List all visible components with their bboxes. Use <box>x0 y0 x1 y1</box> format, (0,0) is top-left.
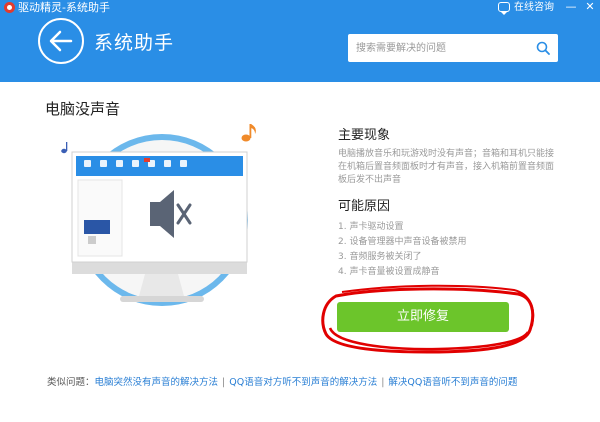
causes-list: 1. 声卡驱动设置 2. 设备管理器中声音设备被禁用 3. 音频服务被关闭了 4… <box>338 220 466 280</box>
page-title: 系统助手 <box>94 32 175 54</box>
symptoms-heading: 主要现象 <box>338 128 391 143</box>
symptoms-text: 电脑播放音乐和玩游戏时没有声音；音箱和耳机只能接在机箱后置音频面板时才有声音，接… <box>338 149 555 185</box>
close-icon[interactable]: ✕ <box>583 0 597 14</box>
cause-item: 4. 声卡音量被设置成静音 <box>338 267 440 277</box>
back-button[interactable] <box>38 18 84 64</box>
minimize-icon[interactable]: — <box>564 0 578 14</box>
related-link[interactable]: 解决QQ语音听不到声音的问题 <box>388 377 517 388</box>
repair-now-button[interactable]: 立即修复 <box>337 302 509 332</box>
causes-heading: 可能原因 <box>338 199 391 214</box>
online-consult-link[interactable]: 在线咨询 <box>514 1 554 15</box>
app-title: 驱动精灵-系统助手 <box>18 1 110 14</box>
title-bar: 驱动精灵-系统助手 在线咨询 — ✕ <box>0 0 600 16</box>
music-note-icon <box>241 124 256 142</box>
search-box <box>348 34 558 62</box>
related-label: 类似问题： <box>47 377 95 388</box>
header-bar: 驱动精灵-系统助手 在线咨询 — ✕ 系统助手 <box>0 0 600 82</box>
chat-icon[interactable] <box>498 2 510 15</box>
related-link[interactable]: QQ语音对方听不到声音的解决方法 <box>229 377 377 388</box>
related-link[interactable]: 电脑突然没有声音的解决方法 <box>95 377 219 388</box>
cause-item: 3. 音频服务被关闭了 <box>338 252 422 262</box>
back-arrow-icon <box>49 30 73 52</box>
problem-title: 电脑没声音 <box>45 100 121 118</box>
search-icon[interactable] <box>536 41 550 55</box>
search-input[interactable] <box>348 34 528 62</box>
related-questions: 类似问题：电脑突然没有声音的解决方法 | QQ语音对方听不到声音的解决方法 | 解决QQ… <box>47 377 517 389</box>
illustration <box>61 124 256 306</box>
cause-item: 1. 声卡驱动设置 <box>338 222 404 232</box>
link-separator: | <box>222 377 226 388</box>
app-logo-icon <box>4 2 15 13</box>
link-separator: | <box>381 377 385 388</box>
cause-item: 2. 设备管理器中声音设备被禁用 <box>338 237 467 247</box>
